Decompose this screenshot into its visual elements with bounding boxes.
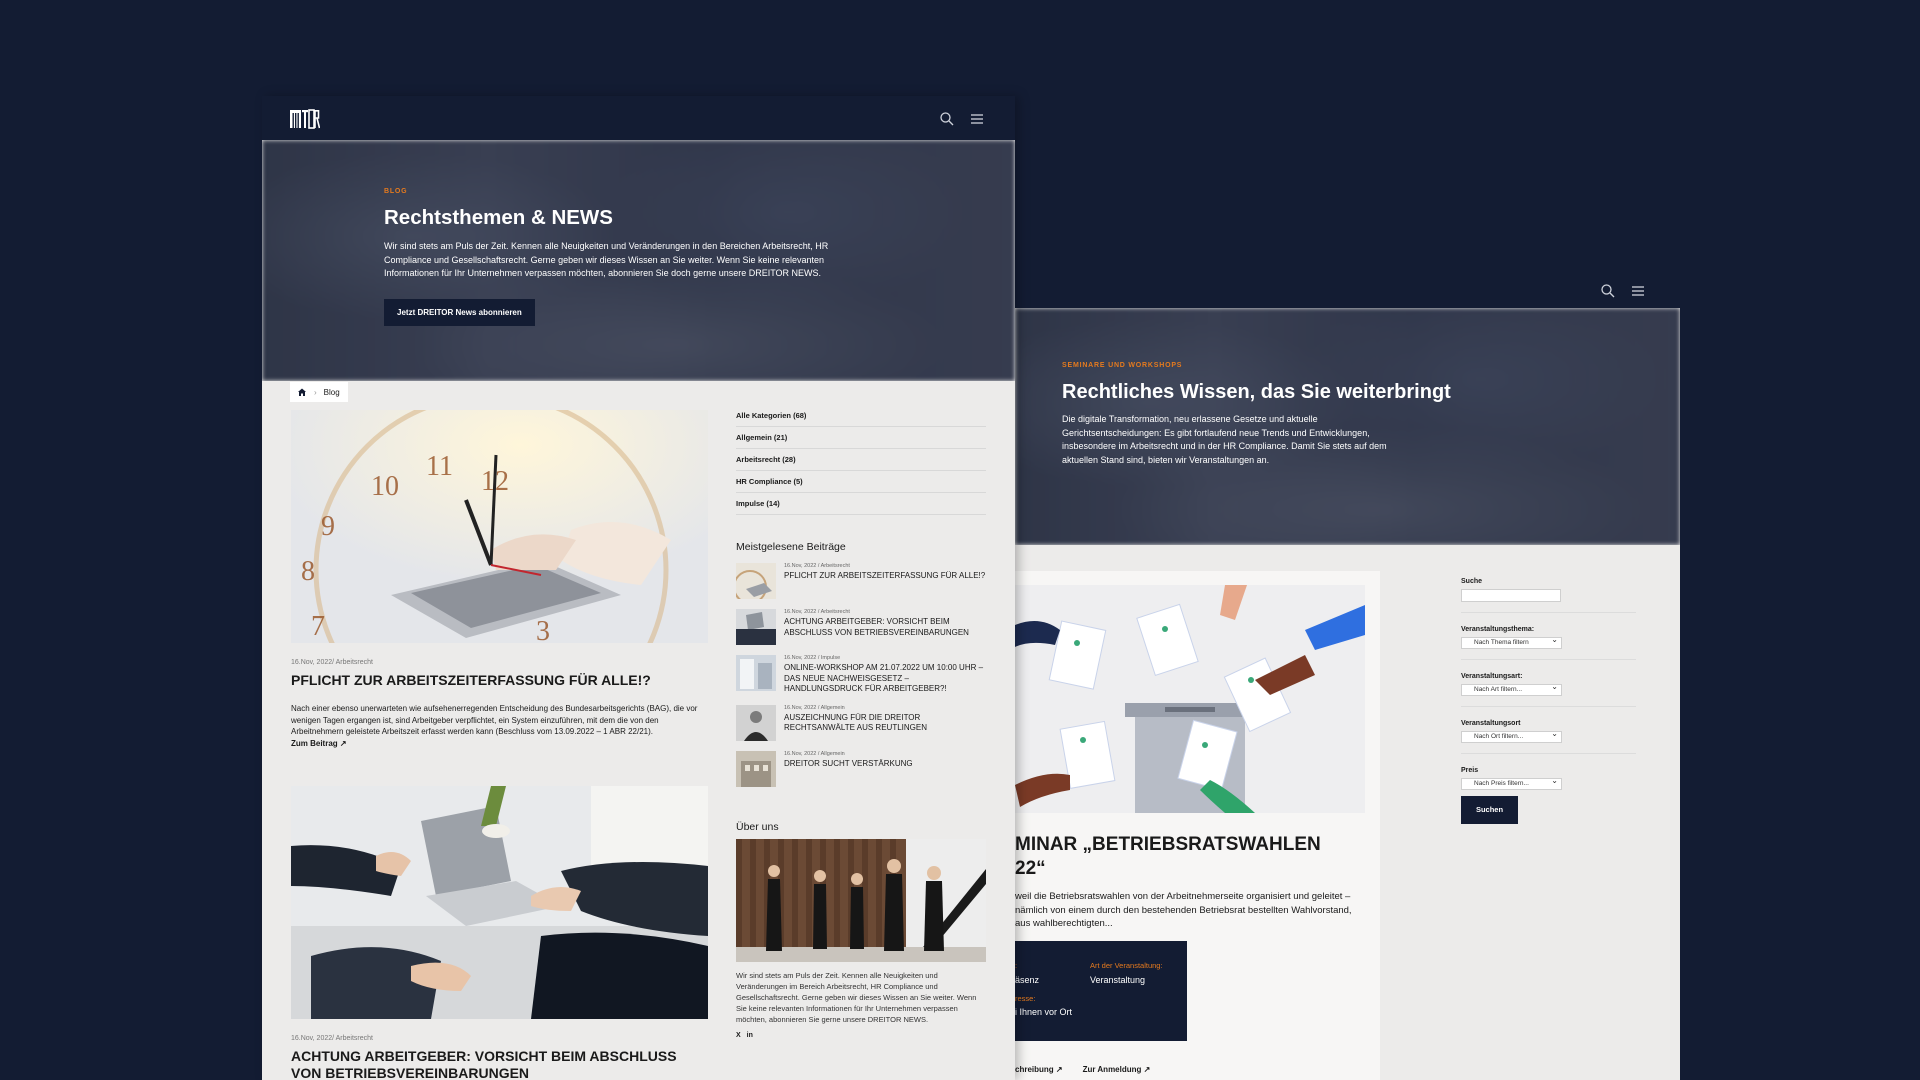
price-select[interactable]: Nach Preis filtern... bbox=[1461, 776, 1562, 790]
popular-post-meta: 16.Nov, 2022 / Impulse bbox=[784, 655, 841, 661]
hamburger-menu-icon[interactable] bbox=[969, 111, 985, 127]
seminar-card: MINAR „BETRIEBSRATSWAHLEN 22“ weil die B… bbox=[1015, 571, 1380, 1080]
info-key-2: Art der Veranstaltung: bbox=[1090, 961, 1163, 970]
blog-nav-bar bbox=[262, 96, 1015, 140]
seminar-info-box: : äsenz Art der Veranstaltung: Veranstal… bbox=[1015, 941, 1187, 1041]
popular-post-title: PFLICHT ZUR ARBEITSZEITERFASSUNG FÜR ALL… bbox=[784, 571, 986, 580]
meeting-laptop-image[interactable] bbox=[291, 786, 708, 1019]
post-category[interactable]: Arbeitsrecht bbox=[336, 1035, 373, 1042]
popular-post-meta: 16.Nov, 2022 / Arbeitsrecht bbox=[784, 563, 850, 569]
filter-panel: Suche Veranstaltungsthema: Nach Thema fi… bbox=[1461, 578, 1636, 824]
read-more-link[interactable]: Zum Beitrag ↗ bbox=[291, 739, 708, 748]
blog-sidebar: Alle Kategorien (68) Allgemein (21) Arbe… bbox=[736, 405, 986, 1039]
blog-post-card: 101112 987 32 16.Nov, 2022/ Arbeitsrecht… bbox=[291, 410, 708, 748]
search-icon[interactable] bbox=[1600, 283, 1616, 299]
svg-text:11: 11 bbox=[426, 451, 453, 482]
post-excerpt: Nach einer ebenso unerwarteten wie aufse… bbox=[291, 704, 698, 736]
popular-post-title: ONLINE-WORKSHOP AM 21.07.2022 UM 10:00 U… bbox=[784, 663, 984, 693]
description-link[interactable]: chreibung ↗ bbox=[1015, 1065, 1063, 1074]
seminar-page-window: SEMINARE UND WORKSHOPS Rechtliches Wisse… bbox=[1015, 274, 1680, 1080]
svg-text:7: 7 bbox=[311, 611, 325, 642]
popular-post-item[interactable]: 16.Nov, 2022 / Impulse ONLINE-WORKSHOP AM… bbox=[736, 655, 986, 695]
hero-title: Rechtsthemen & NEWS bbox=[384, 206, 613, 229]
info-value-2: Veranstaltung bbox=[1090, 975, 1146, 985]
popular-post-item[interactable]: 16.Nov, 2022 / Allgemein AUSZEICHNUNG FÜR… bbox=[736, 704, 986, 741]
post-category[interactable]: Arbeitsrecht bbox=[336, 659, 373, 666]
popular-post-meta: 16.Nov, 2022 / Allgemein bbox=[784, 704, 845, 711]
info-key-3: resse: bbox=[1015, 994, 1036, 1003]
search-input[interactable] bbox=[1461, 589, 1561, 602]
post-date: 16.Nov, 2022/ bbox=[291, 1035, 335, 1042]
subscribe-news-button[interactable]: Jetzt DREITOR News abonnieren bbox=[384, 298, 535, 326]
registration-link[interactable]: Zur Anmeldung ↗ bbox=[1083, 1065, 1151, 1074]
post-date: 16.Nov, 2022/ bbox=[291, 659, 335, 666]
svg-text:3: 3 bbox=[536, 616, 550, 643]
x-social-icon[interactable]: X bbox=[736, 1032, 741, 1039]
post-thumbnail bbox=[736, 704, 776, 741]
category-item[interactable]: Arbeitsrecht (28) bbox=[736, 449, 986, 471]
category-item[interactable]: Alle Kategorien (68) bbox=[736, 405, 986, 427]
clock-laptop-image[interactable]: 101112 987 32 bbox=[291, 410, 708, 643]
blog-post-card: 16.Nov, 2022/ Arbeitsrecht ACHTUNG ARBEI… bbox=[291, 786, 708, 1080]
hero-eyebrow: SEMINARE UND WORKSHOPS bbox=[1062, 362, 1183, 369]
team-photo bbox=[736, 838, 986, 962]
about-heading: Über uns bbox=[736, 820, 779, 833]
hero-title: Rechtliches Wissen, das Sie weiterbringt bbox=[1062, 381, 1451, 403]
svg-text:10: 10 bbox=[371, 471, 399, 502]
type-select[interactable]: Nach Art filtern... bbox=[1461, 682, 1562, 696]
category-item[interactable]: HR Compliance (5) bbox=[736, 471, 986, 493]
linkedin-social-icon[interactable]: in bbox=[747, 1032, 753, 1039]
popular-posts-heading: Meistgelesene Beiträge bbox=[736, 541, 846, 553]
popular-post-title: ACHTUNG ARBEITGEBER: VORSICHT BEIM ABSCH… bbox=[784, 617, 969, 637]
post-thumbnail bbox=[736, 563, 776, 599]
svg-text:8: 8 bbox=[301, 556, 315, 587]
seminar-nav-bar bbox=[1015, 274, 1680, 308]
popular-post-item[interactable]: 16.Nov, 2022 / Arbeitsrecht PFLICHT ZUR A… bbox=[736, 563, 986, 599]
info-value-1: äsenz bbox=[1015, 975, 1040, 985]
info-value-3: i Ihnen vor Ort bbox=[1015, 1007, 1073, 1017]
hero-eyebrow: BLOG bbox=[384, 188, 408, 195]
hamburger-menu-icon[interactable] bbox=[1630, 283, 1646, 299]
breadcrumb: › Blog bbox=[290, 382, 348, 402]
home-icon[interactable] bbox=[297, 387, 307, 397]
seminar-card-text: weil die Betriebsratswahlen von der Arbe… bbox=[1015, 891, 1352, 929]
category-item[interactable]: Allgemein (21) bbox=[736, 427, 986, 449]
blog-page-window: BLOG Rechtsthemen & NEWS Wir sind stets … bbox=[262, 96, 1015, 1080]
search-icon[interactable] bbox=[939, 111, 955, 127]
seminar-card-title[interactable]: MINAR „BETRIEBSRATSWAHLEN 22“ bbox=[1015, 833, 1365, 881]
post-thumbnail bbox=[736, 609, 776, 645]
breadcrumb-separator: › bbox=[314, 387, 317, 397]
category-item[interactable]: Impulse (14) bbox=[736, 493, 986, 515]
price-label: Preis bbox=[1461, 767, 1479, 774]
type-label: Veranstaltungsart: bbox=[1461, 673, 1523, 680]
hero-description: Wir sind stets am Puls der Zeit. Kennen … bbox=[384, 241, 829, 278]
category-list: Alle Kategorien (68) Allgemein (21) Arbe… bbox=[736, 405, 986, 515]
place-label: Veranstaltungsort bbox=[1461, 720, 1521, 727]
search-button[interactable]: Suchen bbox=[1461, 796, 1518, 824]
post-thumbnail bbox=[736, 750, 776, 787]
search-label: Suche bbox=[1461, 578, 1483, 585]
blog-hero: BLOG Rechtsthemen & NEWS Wir sind stets … bbox=[262, 140, 1015, 381]
dreitor-logo[interactable] bbox=[290, 109, 321, 129]
popular-post-item[interactable]: 16.Nov, 2022 / Arbeitsrecht ACHTUNG ARBEI… bbox=[736, 609, 986, 645]
svg-text:9: 9 bbox=[321, 511, 335, 542]
post-title[interactable]: PFLICHT ZUR ARBEITSZEITERFASSUNG FÜR ALL… bbox=[291, 672, 708, 689]
topic-select[interactable]: Nach Thema filtern bbox=[1461, 635, 1562, 649]
about-text: Wir sind stets am Puls der Zeit. Kennen … bbox=[736, 970, 977, 1024]
post-thumbnail bbox=[736, 655, 776, 691]
place-select[interactable]: Nach Ort filtern... bbox=[1461, 729, 1562, 743]
popular-post-title: AUSZEICHNUNG FÜR DIE DREITOR RECHTSANWÄL… bbox=[784, 712, 927, 733]
topic-label: Veranstaltungsthema: bbox=[1461, 626, 1535, 633]
seminar-hero: SEMINARE UND WORKSHOPS Rechtliches Wisse… bbox=[1015, 308, 1680, 545]
info-key-1: : bbox=[1015, 961, 1018, 970]
election-illustration bbox=[1015, 585, 1365, 813]
hero-description: Die digitale Transformation, neu erlasse… bbox=[1062, 414, 1387, 465]
breadcrumb-current: Blog bbox=[323, 387, 340, 397]
popular-post-item[interactable]: 16.Nov, 2022 / Allgemein DREITOR SUCHT VE… bbox=[736, 750, 986, 787]
popular-post-meta: 16.Nov, 2022 / Allgemein bbox=[784, 750, 845, 757]
post-title[interactable]: ACHTUNG ARBEITGEBER: VORSICHT BEIM ABSCH… bbox=[291, 1048, 708, 1080]
popular-post-meta: 16.Nov, 2022 / Arbeitsrecht bbox=[784, 609, 850, 615]
popular-post-title: DREITOR SUCHT VERSTÄRKUNG bbox=[784, 758, 913, 768]
